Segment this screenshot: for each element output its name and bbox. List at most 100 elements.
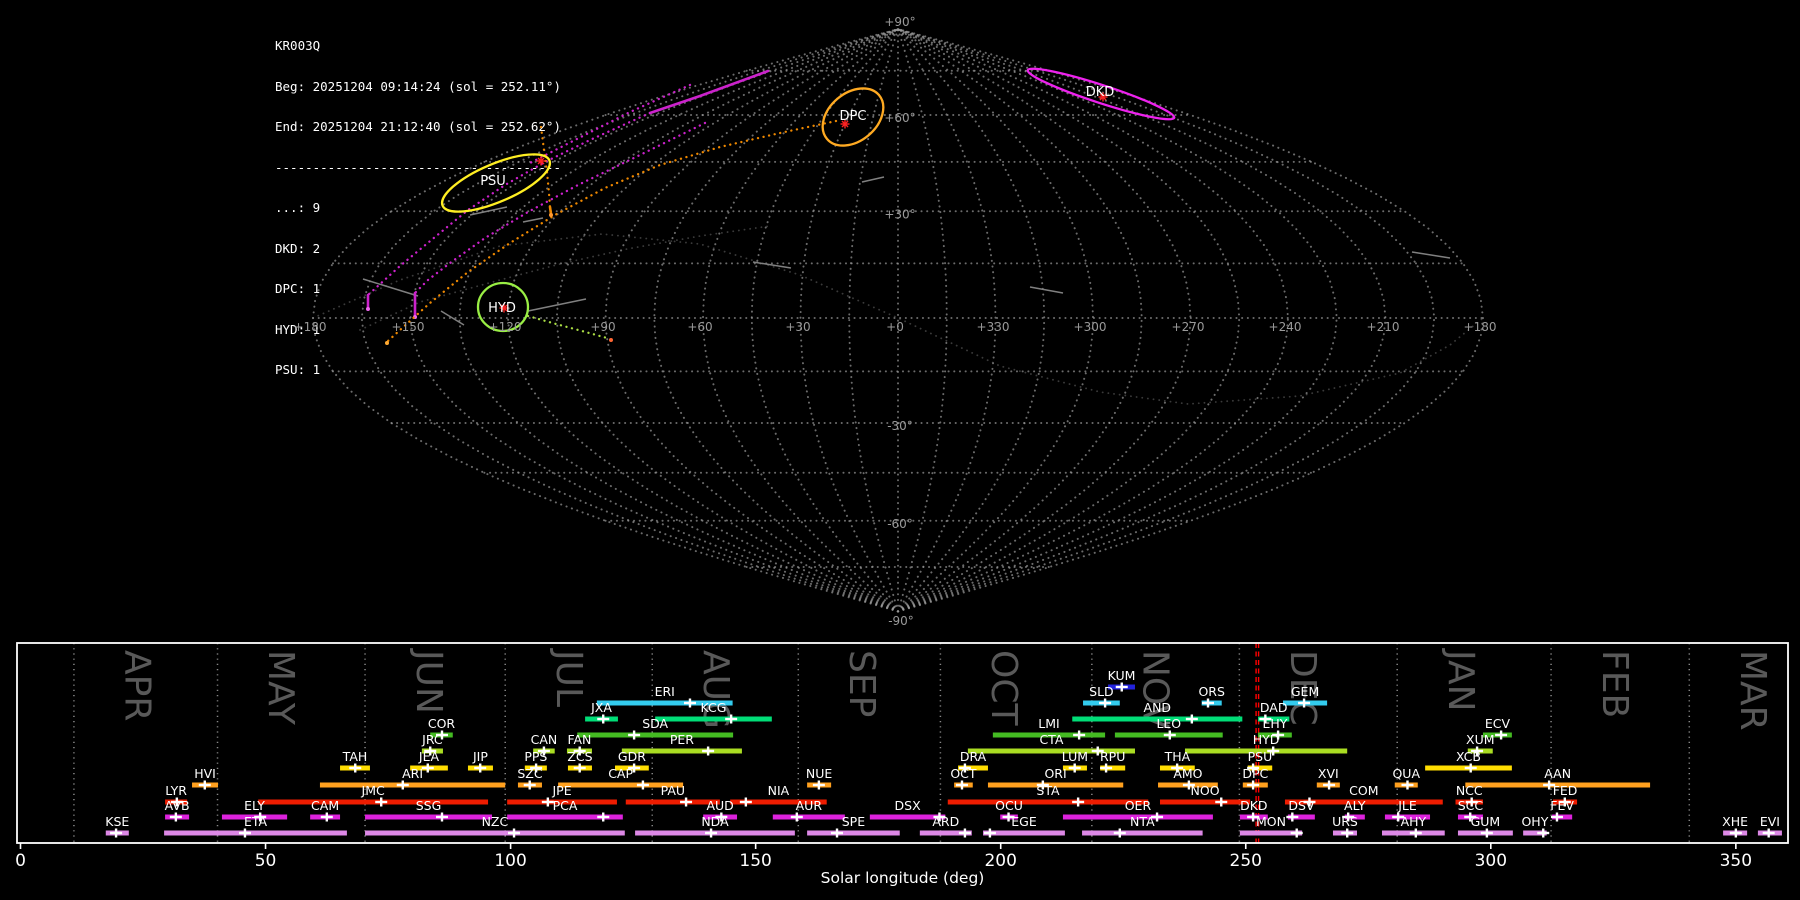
shower-code-label: ECV (1485, 716, 1511, 731)
shower-peak-marker (812, 780, 825, 790)
shower-code-label: ZCS (567, 749, 592, 764)
shower-peak-marker (1729, 828, 1742, 838)
shower-code-label: XHE (1722, 814, 1748, 829)
shower-bar (365, 814, 492, 820)
shower-code-label: GEM (1291, 684, 1319, 699)
month-label: JUN (408, 648, 449, 714)
shower-code-label: KCG (701, 700, 727, 715)
shower-bar (365, 830, 625, 836)
shower-peak-marker (198, 780, 211, 790)
activity-timeline-chart: APR MAY JUN JUL AUG SEP OCT NOV DEC JAN FEB MARKUME… (15, 642, 1789, 887)
shower-peak-marker (680, 797, 693, 807)
month-label: OCT (983, 650, 1024, 726)
shower-code-label: URS (1332, 814, 1358, 829)
shower-peak-marker (705, 828, 718, 838)
shower-peak-marker (1099, 698, 1112, 708)
shower-code-label: KUM (1108, 668, 1136, 683)
shower-code-label: SZC (517, 766, 542, 781)
shower-code-label: NIA (768, 783, 790, 798)
shower-code-label: JPE (551, 783, 571, 798)
shower-bar (655, 716, 772, 722)
shower-code-label: NUE (806, 766, 832, 781)
shower-code-label: THA (1164, 749, 1191, 764)
shower-code-label: GUM (1471, 814, 1501, 829)
shower-peak-marker (739, 797, 752, 807)
shower-code-label: ALY (1344, 798, 1366, 813)
shower-peak-marker (421, 763, 434, 773)
shower-peak-marker (1286, 812, 1299, 822)
shower-bar (1159, 799, 1251, 805)
shower-peak-marker (349, 763, 362, 773)
shower-peak-marker (1202, 698, 1215, 708)
shower-peak-marker (1409, 828, 1422, 838)
shower-code-label: PPS (524, 749, 547, 764)
x-axis-tick-label: 200 (984, 851, 1016, 871)
shower-code-label: ETA (244, 814, 268, 829)
shower-peak-marker (831, 828, 844, 838)
shower-code-label: AND (1144, 700, 1172, 715)
shower-code-label: GDR (618, 749, 646, 764)
shower-peak-marker (396, 780, 409, 790)
shower-peak-marker (1247, 780, 1260, 790)
shower-code-label: JLE (1397, 798, 1417, 813)
shower-bar (258, 799, 489, 805)
shower-code-label: ARI (402, 766, 423, 781)
shower-peak-marker (238, 828, 251, 838)
shower-code-label: TAH (342, 749, 368, 764)
shower-code-label: JIP (472, 749, 488, 764)
shower-code-label: AMO (1173, 766, 1202, 781)
shower-code-label: RPU (1100, 749, 1125, 764)
shower-peak-marker (1495, 730, 1508, 740)
shower-code-label: LMI (1038, 716, 1059, 731)
shower-code-label: AHY (1401, 814, 1427, 829)
shower-peak-marker (1072, 797, 1085, 807)
shower-peak-marker (1341, 828, 1354, 838)
shower-peak-marker (375, 797, 388, 807)
shower-peak-marker (636, 780, 649, 790)
shower-code-label: FED (1553, 783, 1578, 798)
shower-code-label: NZC (482, 814, 509, 829)
shower-code-label: OCT (950, 766, 977, 781)
shower-code-label: OHY (1521, 814, 1548, 829)
shower-bar (319, 782, 506, 788)
shower-code-label: CAM (311, 798, 339, 813)
shower-code-label: OER (1125, 798, 1152, 813)
shower-code-label: XCB (1456, 749, 1481, 764)
month-label: MAY (260, 650, 301, 726)
shower-code-label: SLD (1089, 684, 1114, 699)
shower-peak-marker (983, 828, 996, 838)
shower-code-label: ERI (655, 684, 675, 699)
shower-bar (577, 732, 734, 738)
x-axis-title: Solar longitude (deg) (821, 869, 985, 887)
shower-peak-marker (1537, 828, 1550, 838)
shower-code-label: HYD (1253, 732, 1280, 747)
shower-peak-marker (523, 780, 536, 790)
shower-code-label: DKD (1240, 798, 1267, 813)
shower-peak-marker (1113, 828, 1126, 838)
shower-code-label: XVI (1318, 766, 1339, 781)
x-axis-tick-label: 0 (15, 851, 26, 871)
x-axis-tick-label: 250 (1230, 851, 1262, 871)
shower-code-label: AVB (165, 798, 190, 813)
shower-code-label: NTA (1130, 814, 1155, 829)
shower-code-label: LEO (1156, 716, 1181, 731)
shower-code-label: SCC (1458, 798, 1484, 813)
shower-bar (947, 799, 1149, 805)
shower-peak-marker (958, 828, 971, 838)
shower-peak-marker (1290, 828, 1303, 838)
month-label: FEB (1594, 650, 1635, 718)
shower-peak-marker (1100, 763, 1113, 773)
shower-bar (807, 830, 900, 836)
shower-code-label: AAN (1544, 766, 1571, 781)
shower-peak-marker (573, 763, 586, 773)
shower-code-label: STA (1036, 783, 1060, 798)
shower-peak-marker (110, 828, 123, 838)
shower-peak-marker (1115, 682, 1128, 692)
shower-peak-marker (790, 812, 803, 822)
shower-peak-marker (597, 812, 610, 822)
shower-code-label: SSG (416, 798, 442, 813)
shower-bar (164, 830, 347, 836)
shower-code-label: PAU (661, 783, 685, 798)
shower-code-label: OCU (995, 798, 1023, 813)
shower-bar (1082, 830, 1203, 836)
